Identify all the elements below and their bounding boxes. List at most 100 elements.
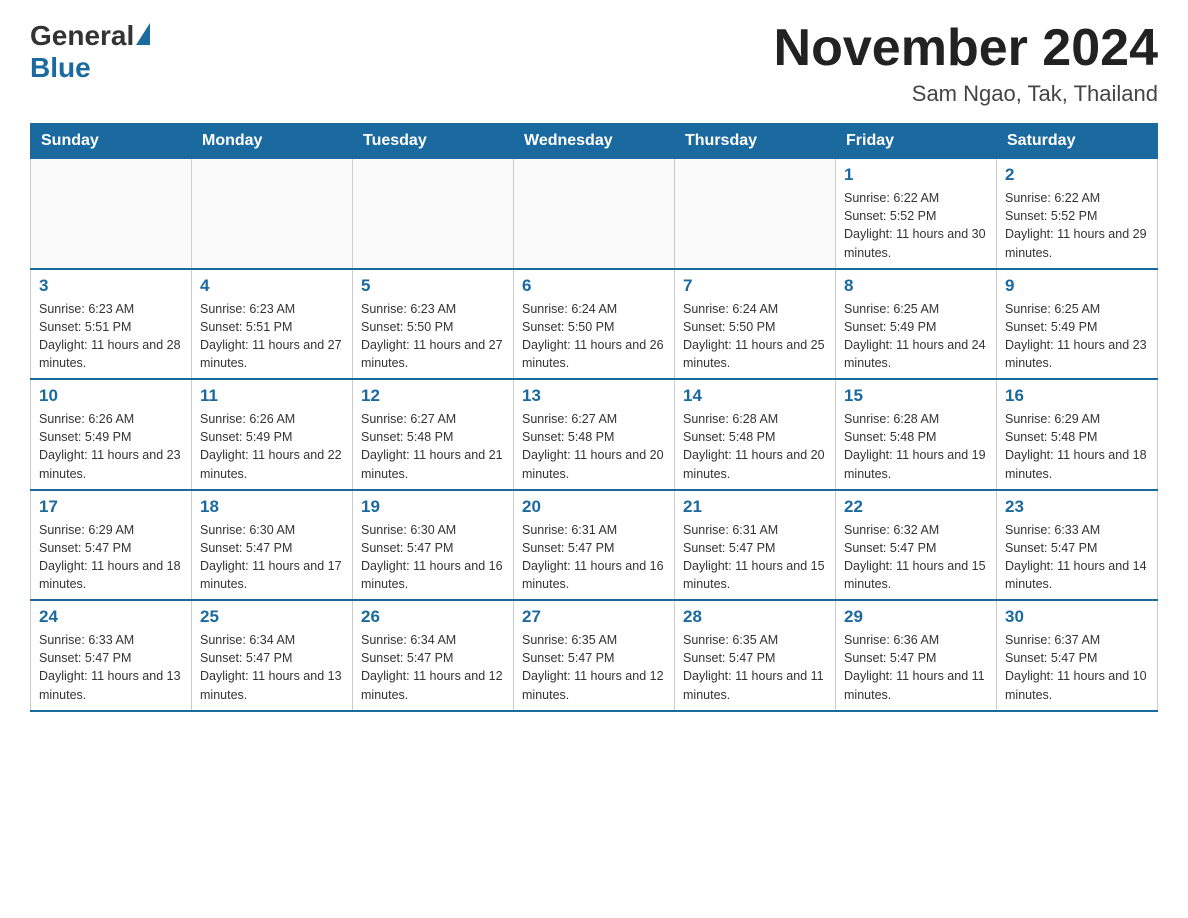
day-info: Sunrise: 6:29 AM Sunset: 5:48 PM Dayligh… [1005,410,1149,483]
day-number: 20 [522,497,666,517]
weekday-header: Friday [836,124,997,159]
day-info: Sunrise: 6:22 AM Sunset: 5:52 PM Dayligh… [1005,189,1149,262]
day-number: 8 [844,276,988,296]
day-number: 15 [844,386,988,406]
day-info: Sunrise: 6:30 AM Sunset: 5:47 PM Dayligh… [200,521,344,594]
calendar-day-cell: 10 Sunrise: 6:26 AM Sunset: 5:49 PM Dayli… [31,379,192,490]
day-number: 3 [39,276,183,296]
calendar-day-cell: 9 Sunrise: 6:25 AM Sunset: 5:49 PM Daylig… [997,269,1158,380]
logo-triangle-icon [136,23,150,45]
day-info: Sunrise: 6:25 AM Sunset: 5:49 PM Dayligh… [844,300,988,373]
weekday-header: Saturday [997,124,1158,159]
calendar-header-row: SundayMondayTuesdayWednesdayThursdayFrid… [31,124,1158,159]
day-number: 16 [1005,386,1149,406]
calendar-day-cell: 16 Sunrise: 6:29 AM Sunset: 5:48 PM Dayli… [997,379,1158,490]
weekday-header: Sunday [31,124,192,159]
calendar-day-cell: 6Sunrise: 6:24 AM Sunset: 5:50 PM Daylig… [514,269,675,380]
day-number: 26 [361,607,505,627]
calendar-day-cell: 22Sunrise: 6:32 AM Sunset: 5:47 PM Dayli… [836,490,997,601]
day-number: 4 [200,276,344,296]
day-info: Sunrise: 6:25 AM Sunset: 5:49 PM Dayligh… [1005,300,1149,373]
day-number: 17 [39,497,183,517]
weekday-header: Thursday [675,124,836,159]
day-info: Sunrise: 6:34 AM Sunset: 5:47 PM Dayligh… [361,631,505,704]
day-info: Sunrise: 6:22 AM Sunset: 5:52 PM Dayligh… [844,189,988,262]
weekday-header: Wednesday [514,124,675,159]
logo-general-text: General [30,20,134,52]
day-number: 12 [361,386,505,406]
logo: General Blue [30,20,150,84]
calendar-day-cell: 27 Sunrise: 6:35 AM Sunset: 5:47 PM Dayli… [514,600,675,711]
day-info: Sunrise: 6:35 AM Sunset: 5:47 PM Dayligh… [683,631,827,704]
day-info: Sunrise: 6:32 AM Sunset: 5:47 PM Dayligh… [844,521,988,594]
calendar-week-row: 17 Sunrise: 6:29 AM Sunset: 5:47 PM Dayli… [31,490,1158,601]
calendar-day-cell: 17 Sunrise: 6:29 AM Sunset: 5:47 PM Dayli… [31,490,192,601]
day-info: Sunrise: 6:23 AM Sunset: 5:51 PM Dayligh… [200,300,344,373]
day-number: 5 [361,276,505,296]
day-number: 1 [844,165,988,185]
calendar-day-cell: 11Sunrise: 6:26 AM Sunset: 5:49 PM Dayli… [192,379,353,490]
page-location: Sam Ngao, Tak, Thailand [774,81,1158,107]
calendar-week-row: 3 Sunrise: 6:23 AM Sunset: 5:51 PM Daylig… [31,269,1158,380]
calendar-day-cell: 28Sunrise: 6:35 AM Sunset: 5:47 PM Dayli… [675,600,836,711]
day-number: 7 [683,276,827,296]
page-header: General Blue November 2024 Sam Ngao, Tak… [30,20,1158,107]
calendar-day-cell: 24Sunrise: 6:33 AM Sunset: 5:47 PM Dayli… [31,600,192,711]
calendar-day-cell: 18Sunrise: 6:30 AM Sunset: 5:47 PM Dayli… [192,490,353,601]
calendar-day-cell: 4 Sunrise: 6:23 AM Sunset: 5:51 PM Daylig… [192,269,353,380]
calendar-day-cell: 23Sunrise: 6:33 AM Sunset: 5:47 PM Dayli… [997,490,1158,601]
day-info: Sunrise: 6:31 AM Sunset: 5:47 PM Dayligh… [683,521,827,594]
calendar-day-cell [192,159,353,269]
day-number: 9 [1005,276,1149,296]
calendar-day-cell: 29Sunrise: 6:36 AM Sunset: 5:47 PM Dayli… [836,600,997,711]
day-info: Sunrise: 6:26 AM Sunset: 5:49 PM Dayligh… [39,410,183,483]
calendar-day-cell: 30 Sunrise: 6:37 AM Sunset: 5:47 PM Dayli… [997,600,1158,711]
calendar-day-cell: 3Sunrise: 6:23 AM Sunset: 5:51 PM Daylig… [31,269,192,380]
day-info: Sunrise: 6:27 AM Sunset: 5:48 PM Dayligh… [361,410,505,483]
day-info: Sunrise: 6:28 AM Sunset: 5:48 PM Dayligh… [844,410,988,483]
calendar-day-cell: 26 Sunrise: 6:34 AM Sunset: 5:47 PM Dayli… [353,600,514,711]
day-info: Sunrise: 6:28 AM Sunset: 5:48 PM Dayligh… [683,410,827,483]
weekday-header: Monday [192,124,353,159]
day-number: 23 [1005,497,1149,517]
calendar-table: SundayMondayTuesdayWednesdayThursdayFrid… [30,123,1158,712]
day-number: 25 [200,607,344,627]
day-info: Sunrise: 6:24 AM Sunset: 5:50 PM Dayligh… [683,300,827,373]
calendar-day-cell: 5 Sunrise: 6:23 AM Sunset: 5:50 PM Daylig… [353,269,514,380]
day-number: 11 [200,386,344,406]
day-number: 10 [39,386,183,406]
day-info: Sunrise: 6:23 AM Sunset: 5:50 PM Dayligh… [361,300,505,373]
day-number: 21 [683,497,827,517]
day-info: Sunrise: 6:36 AM Sunset: 5:47 PM Dayligh… [844,631,988,704]
calendar-day-cell [514,159,675,269]
day-info: Sunrise: 6:34 AM Sunset: 5:47 PM Dayligh… [200,631,344,704]
calendar-day-cell: 21 Sunrise: 6:31 AM Sunset: 5:47 PM Dayli… [675,490,836,601]
day-info: Sunrise: 6:29 AM Sunset: 5:47 PM Dayligh… [39,521,183,594]
calendar-day-cell [675,159,836,269]
day-number: 6 [522,276,666,296]
logo-blue-text: Blue [30,52,91,84]
day-number: 13 [522,386,666,406]
day-info: Sunrise: 6:27 AM Sunset: 5:48 PM Dayligh… [522,410,666,483]
title-block: November 2024 Sam Ngao, Tak, Thailand [774,20,1158,107]
calendar-day-cell [353,159,514,269]
calendar-day-cell: 20 Sunrise: 6:31 AM Sunset: 5:47 PM Dayli… [514,490,675,601]
day-info: Sunrise: 6:33 AM Sunset: 5:47 PM Dayligh… [39,631,183,704]
day-info: Sunrise: 6:35 AM Sunset: 5:47 PM Dayligh… [522,631,666,704]
calendar-day-cell: 12 Sunrise: 6:27 AM Sunset: 5:48 PM Dayli… [353,379,514,490]
day-number: 30 [1005,607,1149,627]
calendar-day-cell: 15 Sunrise: 6:28 AM Sunset: 5:48 PM Dayli… [836,379,997,490]
calendar-day-cell [31,159,192,269]
day-number: 2 [1005,165,1149,185]
day-info: Sunrise: 6:31 AM Sunset: 5:47 PM Dayligh… [522,521,666,594]
calendar-week-row: 10 Sunrise: 6:26 AM Sunset: 5:49 PM Dayli… [31,379,1158,490]
calendar-day-cell: 7 Sunrise: 6:24 AM Sunset: 5:50 PM Daylig… [675,269,836,380]
page-title: November 2024 [774,20,1158,77]
day-number: 27 [522,607,666,627]
weekday-header: Tuesday [353,124,514,159]
day-info: Sunrise: 6:37 AM Sunset: 5:47 PM Dayligh… [1005,631,1149,704]
calendar-week-row: 1 Sunrise: 6:22 AM Sunset: 5:52 PM Daylig… [31,159,1158,269]
calendar-day-cell: 25 Sunrise: 6:34 AM Sunset: 5:47 PM Dayli… [192,600,353,711]
calendar-day-cell: 14Sunrise: 6:28 AM Sunset: 5:48 PM Dayli… [675,379,836,490]
calendar-week-row: 24Sunrise: 6:33 AM Sunset: 5:47 PM Dayli… [31,600,1158,711]
